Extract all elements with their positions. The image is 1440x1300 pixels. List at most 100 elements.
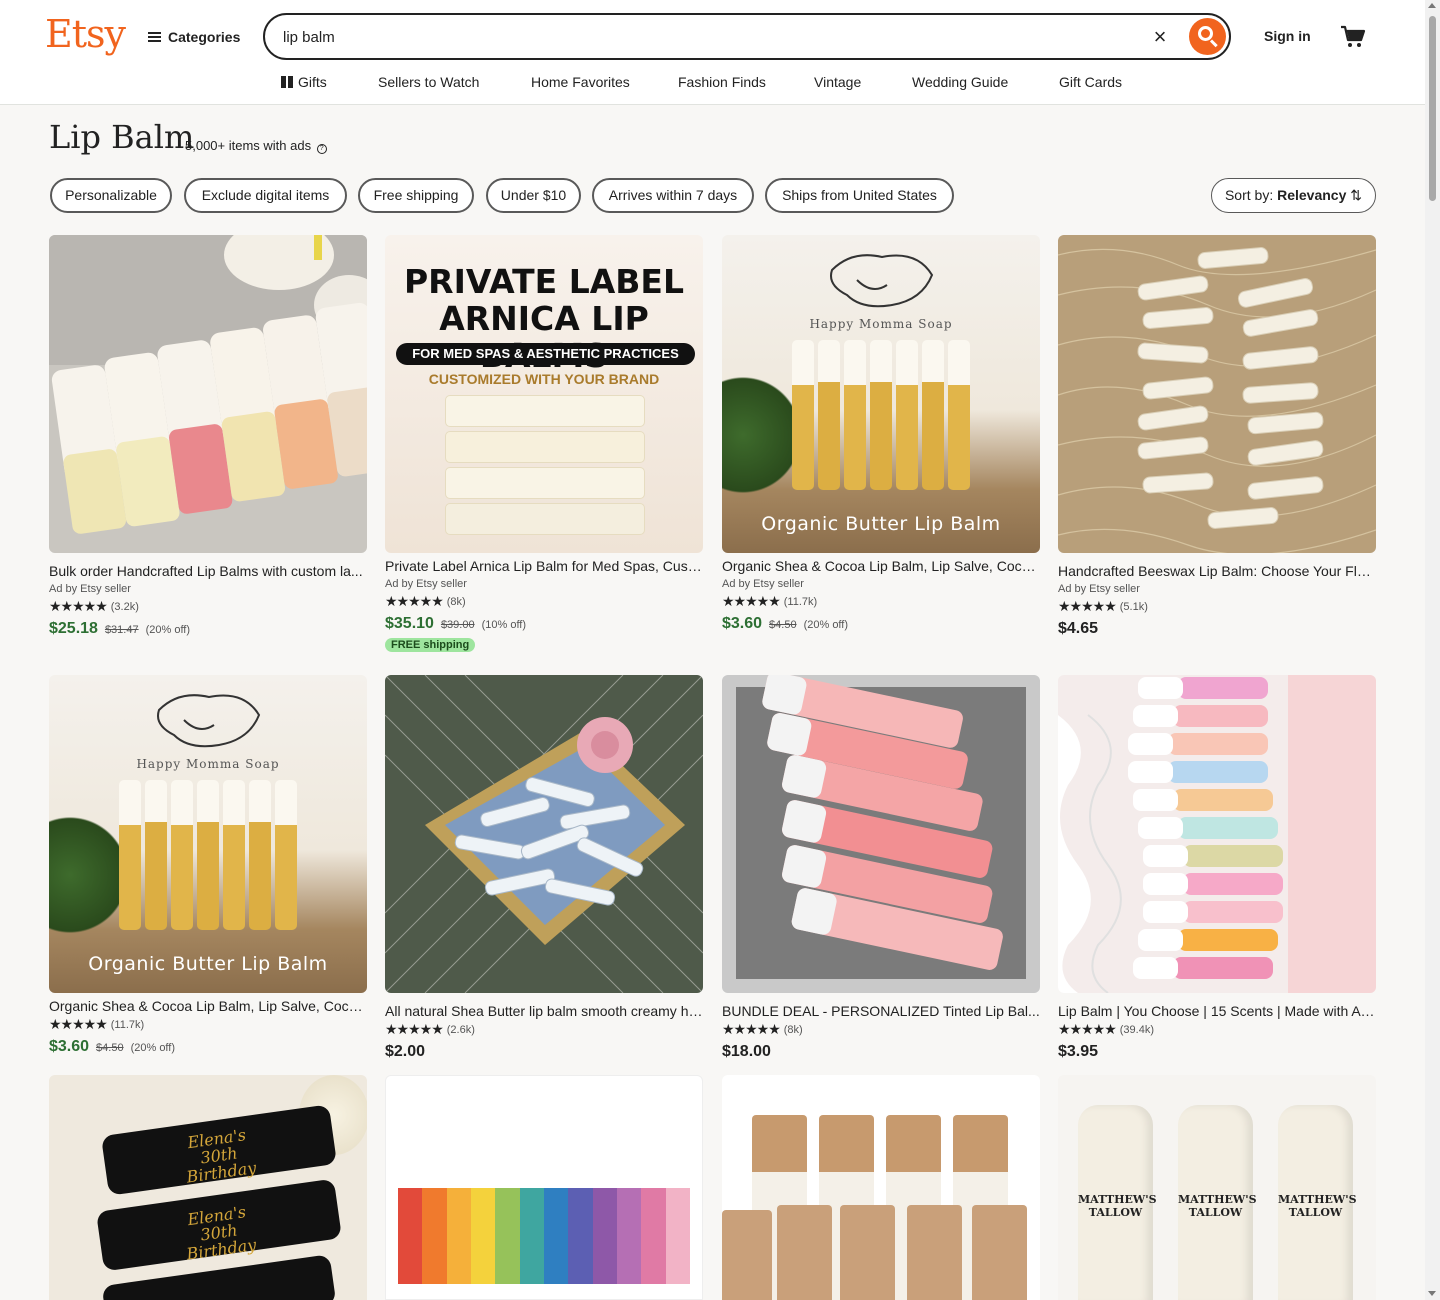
price: $18.00: [722, 1043, 771, 1060]
listing-title[interactable]: Organic Shea & Cocoa Lip Balm, Lip Salve…: [49, 997, 367, 1015]
sale-price: $3.60: [49, 1038, 90, 1055]
filter-arrives-7-days[interactable]: Arrives within 7 days: [592, 178, 754, 213]
rating: ★★★★★ (2.6k): [385, 1021, 703, 1039]
listing-image[interactable]: [722, 671, 1040, 993]
sort-icon: ⇅: [1350, 187, 1363, 203]
scroll-up-icon[interactable]: [1428, 3, 1436, 8]
search-button[interactable]: [1189, 18, 1226, 55]
sale-price: $35.10: [385, 615, 434, 632]
star-rating-icon: ★★★★★: [49, 599, 108, 615]
filter-under-10[interactable]: Under $10: [486, 178, 581, 213]
review-count: (5.1k): [1119, 601, 1148, 613]
listing-image[interactable]: Elena's 30th Birthday Elena's 30th Birth…: [49, 1075, 367, 1300]
listing-card[interactable]: Handcrafted Beeswax Lip Balm: Choose You…: [1057, 235, 1377, 640]
discount: (20% off): [130, 1042, 176, 1054]
price: $4.65: [1058, 620, 1099, 637]
rating: ★★★★★ (3.2k): [49, 598, 367, 616]
nav-gift-cards[interactable]: Gift Cards: [1059, 74, 1122, 90]
nav-gifts[interactable]: Gifts: [281, 74, 327, 90]
etsy-logo[interactable]: Etsy: [45, 12, 126, 56]
listing-card[interactable]: BUNDLE DEAL - PERSONALIZED Tinted Lip Ba…: [722, 671, 1040, 1063]
review-count: (8k): [783, 1024, 803, 1036]
listing-image[interactable]: Happy Momma Soap Organic Butter Lip Balm: [722, 235, 1040, 553]
price-line: $18.00: [722, 1041, 1040, 1063]
sale-price: $25.18: [49, 620, 98, 637]
star-rating-icon: ★★★★★: [49, 1017, 108, 1033]
ad-label: Ad by Etsy seller: [385, 578, 467, 590]
filter-personalizable[interactable]: Personalizable: [50, 178, 172, 213]
listing-card[interactable]: Happy Momma Soap Organic Butter Lip Balm…: [722, 235, 1040, 635]
listing-title[interactable]: Private Label Arnica Lip Balm for Med Sp…: [385, 557, 703, 575]
rating: ★★★★★ (11.7k): [49, 1016, 367, 1034]
listing-card[interactable]: All natural Shea Butter lip balm smooth …: [384, 674, 704, 1063]
image-subline: CUSTOMIZED WITH YOUR BRAND: [428, 371, 660, 387]
scrollbar-thumb[interactable]: [1429, 16, 1436, 201]
listing-card[interactable]: Bulk order Handcrafted Lip Balms with cu…: [49, 220, 391, 640]
cart-icon[interactable]: [1340, 25, 1366, 49]
listing-card[interactable]: Happy Momma Soap Organic Butter Lip Balm…: [49, 675, 367, 1058]
gift-icon: [281, 76, 293, 88]
star-rating-icon: ★★★★★: [722, 1022, 781, 1038]
rating: ★★★★★ (11.7k): [722, 593, 1040, 611]
filter-exclude-digital[interactable]: Exclude digital items: [184, 178, 347, 213]
listing-card[interactable]: Elena's 30th Birthday Elena's 30th Birth…: [49, 1075, 367, 1300]
listing-card[interactable]: MATTHEW'S TALLOW MATTHEW'S TALLOW MATTHE…: [1058, 1075, 1376, 1300]
listing-image[interactable]: [385, 1075, 703, 1300]
nav-wedding-guide[interactable]: Wedding Guide: [912, 74, 1008, 90]
review-count: (11.7k): [783, 596, 818, 608]
search-bar: ×: [263, 13, 1231, 60]
product-tubes: [792, 340, 982, 500]
listing-image[interactable]: Happy Momma Soap Organic Butter Lip Balm: [49, 675, 367, 993]
listing-title[interactable]: Bulk order Handcrafted Lip Balms with cu…: [49, 562, 367, 580]
listing-title[interactable]: All natural Shea Butter lip balm smooth …: [385, 1002, 703, 1020]
review-count: (39.4k): [1119, 1024, 1155, 1036]
listing-image[interactable]: [384, 674, 704, 994]
search-icon: [1198, 26, 1213, 41]
original-price: $4.50: [96, 1042, 124, 1054]
ad-label: Ad by Etsy seller: [49, 583, 131, 595]
listing-image[interactable]: [1058, 675, 1376, 994]
original-price: $31.47: [104, 624, 139, 636]
listing-card[interactable]: PRIVATE LABEL ARNICA LIP BALMS FOR MED S…: [385, 235, 703, 653]
filter-free-shipping[interactable]: Free shipping: [358, 178, 474, 213]
price-line: $4.65: [1058, 618, 1376, 640]
nav-fashion-finds[interactable]: Fashion Finds: [678, 74, 766, 90]
discount: (20% off): [145, 624, 191, 636]
sheep-logo-icon: [157, 694, 261, 748]
listing-image[interactable]: [1057, 235, 1377, 556]
listing-title[interactable]: BUNDLE DEAL - PERSONALIZED Tinted Lip Ba…: [722, 1002, 1040, 1020]
listing-title[interactable]: Handcrafted Beeswax Lip Balm: Choose You…: [1058, 562, 1376, 580]
listing-image[interactable]: [722, 1075, 1040, 1300]
rating: ★★★★★ (5.1k): [1058, 598, 1376, 616]
nav-vintage[interactable]: Vintage: [814, 74, 861, 90]
listing-card[interactable]: Lip Balm | You Choose | 15 Scents | Made…: [1058, 675, 1376, 1063]
price: $2.00: [385, 1043, 426, 1060]
categories-button[interactable]: Categories: [148, 24, 240, 50]
product-tubes: [119, 780, 309, 940]
filter-ships-from-us[interactable]: Ships from United States: [765, 178, 954, 213]
review-count: (8k): [446, 596, 466, 608]
listing-title[interactable]: Organic Shea & Cocoa Lip Balm, Lip Salve…: [722, 557, 1040, 575]
discount: (10% off): [481, 619, 527, 631]
listing-image[interactable]: [49, 220, 391, 553]
listing-card[interactable]: [722, 1075, 1040, 1300]
star-rating-icon: ★★★★★: [385, 1022, 444, 1038]
page-scrollbar[interactable]: [1425, 0, 1440, 1300]
info-icon[interactable]: ?: [316, 144, 327, 154]
rating: ★★★★★ (39.4k): [1058, 1021, 1376, 1039]
categories-label: Categories: [168, 29, 241, 45]
scroll-down-icon[interactable]: [1428, 1291, 1436, 1296]
search-input[interactable]: [283, 24, 1133, 50]
listing-card[interactable]: [385, 1075, 703, 1300]
clear-search-icon[interactable]: ×: [1149, 25, 1171, 49]
nav-sellers-to-watch[interactable]: Sellers to Watch: [378, 74, 479, 90]
sort-dropdown[interactable]: Sort by: Relevancy ⇅: [1211, 178, 1376, 213]
nav-home-favorites[interactable]: Home Favorites: [531, 74, 630, 90]
listing-image[interactable]: MATTHEW'S TALLOW MATTHEW'S TALLOW MATTHE…: [1058, 1075, 1376, 1300]
discount: (20% off): [803, 619, 849, 631]
listing-image[interactable]: PRIVATE LABEL ARNICA LIP BALMS FOR MED S…: [385, 235, 703, 553]
sign-in-link[interactable]: Sign in: [1264, 28, 1311, 44]
free-shipping-badge: FREE shipping: [385, 638, 476, 652]
results-count: 5,000+ items with ads ?: [185, 138, 327, 154]
listing-title[interactable]: Lip Balm | You Choose | 15 Scents | Made…: [1058, 1002, 1376, 1020]
